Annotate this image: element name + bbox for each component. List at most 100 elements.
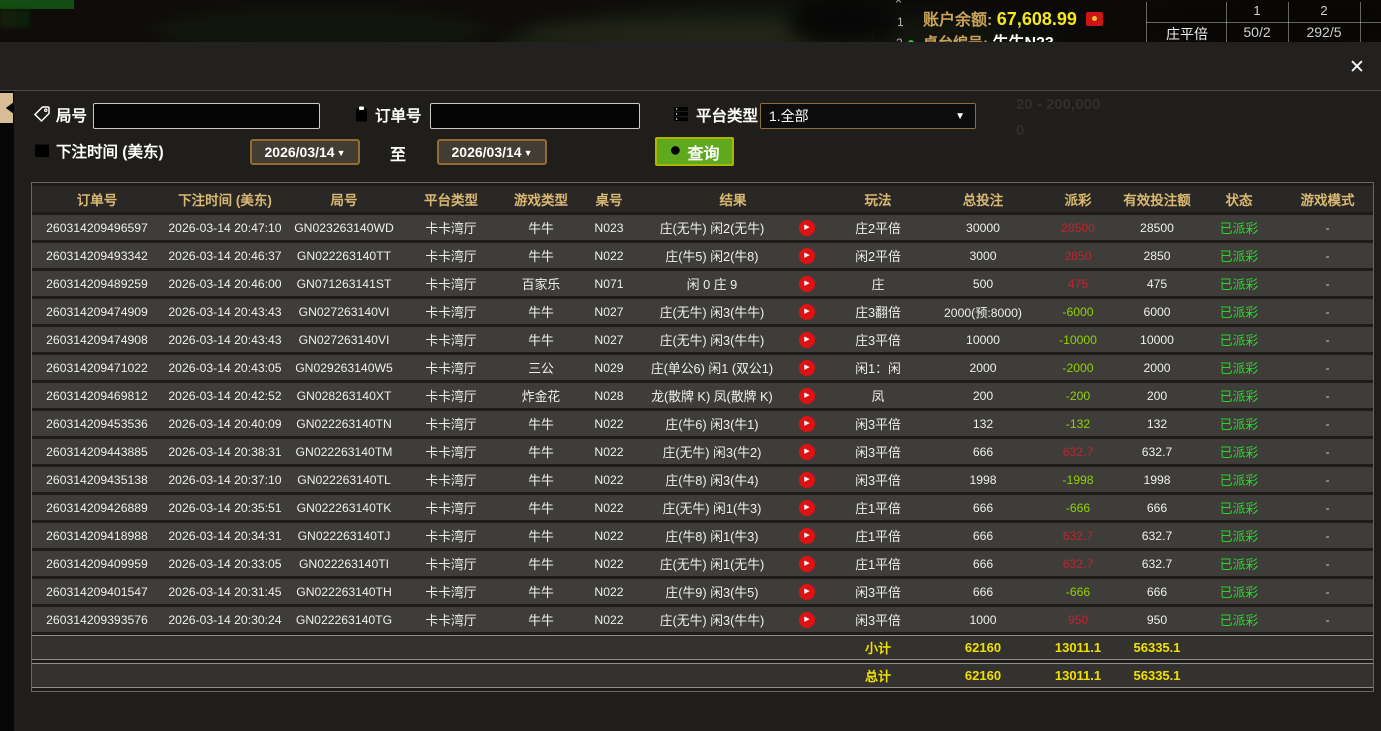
bet-time-cell: 2026-03-14 20:30:24 [162, 607, 288, 632]
bet-time-cell: 2026-03-14 20:33:05 [162, 551, 288, 576]
replay-button[interactable]: ▶ [799, 444, 815, 460]
replay-button[interactable]: ▶ [799, 304, 815, 320]
platform-cell: 卡卡湾厅 [400, 579, 502, 604]
order-id-cell: 260314209393576 [32, 607, 162, 632]
subtotal-row: 小计6216013011.156335.1 [32, 635, 1373, 660]
valid-bet-cell: 632.7 [1118, 439, 1196, 464]
table-no-cell: N022 [580, 607, 638, 632]
sum-total-bet: 62160 [928, 635, 1038, 660]
payout-cell: -1998 [1038, 467, 1118, 492]
platform-select[interactable]: 1.全部 ▼ [760, 103, 976, 129]
round-id-cell: GN028263140XT [288, 383, 400, 408]
replay-button[interactable]: ▶ [799, 500, 815, 516]
valid-bet-cell: 200 [1118, 383, 1196, 408]
sum-payout: 13011.1 [1038, 663, 1118, 688]
live-game-background: ⌃ 1 2 账户余额: 67,608.99 桌台编号: 牛牛N23 1 2 庄平… [0, 0, 1381, 42]
replay-button[interactable]: ▶ [799, 220, 815, 236]
payout-cell: -200 [1038, 383, 1118, 408]
date-to-picker[interactable]: 2026/03/14▼ [437, 139, 547, 165]
total-bet-cell: 666 [928, 551, 1038, 576]
table-no-cell: N022 [580, 523, 638, 548]
result-cell: 庄(牛9) 闲3(牛5)▶ [638, 579, 828, 604]
order-list-icon [352, 105, 370, 123]
table-no-cell: N029 [580, 355, 638, 380]
round-id-cell: GN022263140TI [288, 551, 400, 576]
bet-type-cell: 庄1平倍 [828, 523, 928, 548]
total-bet-cell: 132 [928, 411, 1038, 436]
replay-button[interactable]: ▶ [799, 416, 815, 432]
replay-button[interactable]: ▶ [799, 360, 815, 376]
round-id-cell: GN022263140TK [288, 495, 400, 520]
table-no-cell: N022 [580, 411, 638, 436]
total-bet-cell: 1000 [928, 607, 1038, 632]
search-button-label: 查询 [687, 140, 719, 164]
order-id-input[interactable] [430, 103, 640, 129]
bet-time-cell: 2026-03-14 20:38:31 [162, 439, 288, 464]
limit-value: 292/5 [1288, 24, 1360, 40]
chevron-up-icon[interactable]: ⌃ [893, 0, 904, 13]
replay-button[interactable]: ▶ [799, 612, 815, 628]
round-id-cell: GN022263140TT [288, 243, 400, 268]
close-icon[interactable]: ✕ [1345, 56, 1369, 80]
column-header: 局号 [288, 186, 400, 212]
game-mode-cell: - [1282, 495, 1373, 520]
balance-line: 账户余额: 67,608.99 [923, 6, 1103, 30]
column-header: 派彩 [1038, 186, 1118, 212]
table-number-label: 桌台编号: [923, 35, 988, 42]
column-header: 平台类型 [400, 186, 502, 212]
bet-type-cell: 闲3平倍 [828, 579, 928, 604]
limit-col-header: 1 [1226, 3, 1288, 18]
order-id-cell: 260314209493342 [32, 243, 162, 268]
bet-time-cell: 2026-03-14 20:43:05 [162, 355, 288, 380]
replay-button[interactable]: ▶ [799, 332, 815, 348]
sum-total-bet: 62160 [928, 663, 1038, 688]
column-header: 有效投注额 [1118, 186, 1196, 212]
replay-button[interactable]: ▶ [799, 472, 815, 488]
order-row: 2603142094535362026-03-14 20:40:09GN0222… [32, 411, 1373, 436]
table-no-cell: N022 [580, 551, 638, 576]
balance-value: 67,608.99 [997, 9, 1077, 29]
valid-bet-cell: 666 [1118, 495, 1196, 520]
calendar-icon [33, 141, 51, 159]
order-id-cell: 260314209474909 [32, 299, 162, 324]
total-bet-cell: 1998 [928, 467, 1038, 492]
search-button[interactable]: 查询 [655, 137, 734, 166]
replay-button[interactable]: ▶ [799, 528, 815, 544]
sum-status-empty [1196, 663, 1282, 688]
order-id-cell: 260314209443885 [32, 439, 162, 464]
chevron-down-icon: ▼ [955, 105, 965, 129]
order-id-cell: 260314209489259 [32, 271, 162, 296]
column-header: 总投注 [928, 186, 1038, 212]
replay-button[interactable]: ▶ [799, 584, 815, 600]
platform-select-value: 1.全部 [769, 108, 809, 124]
table-no-cell: N022 [580, 495, 638, 520]
replay-button[interactable]: ▶ [799, 248, 815, 264]
round-id-input[interactable] [93, 103, 320, 129]
sum-valid-bet: 56335.1 [1118, 663, 1196, 688]
result-cell: 庄(牛8) 闲3(牛4)▶ [638, 467, 828, 492]
order-row: 2603142094933422026-03-14 20:46:37GN0222… [32, 243, 1373, 268]
orders-table-body: 2603142094965972026-03-14 20:47:10GN0232… [32, 215, 1373, 688]
round-id-cell: GN022263140TJ [288, 523, 400, 548]
game-type-cell: 牛牛 [502, 579, 580, 604]
replay-button[interactable]: ▶ [799, 388, 815, 404]
result-cell: 庄(无牛) 闲2(无牛)▶ [638, 215, 828, 240]
replay-button[interactable]: ▶ [799, 556, 815, 572]
payout-cell: -2000 [1038, 355, 1118, 380]
table-no-cell: N027 [580, 327, 638, 352]
platform-cell: 卡卡湾厅 [400, 439, 502, 464]
platform-cell: 卡卡湾厅 [400, 299, 502, 324]
order-row: 2603142094710222026-03-14 20:43:05GN0292… [32, 355, 1373, 380]
table-number-line: 桌台编号: 牛牛N23 [923, 29, 1054, 42]
bet-time-cell: 2026-03-14 20:34:31 [162, 523, 288, 548]
orders-header-row: 订单号下注时间 (美东)局号平台类型游戏类型桌号结果玩法总投注派彩有效投注额状态… [32, 186, 1373, 212]
order-id-cell: 260314209418988 [32, 523, 162, 548]
total-bet-cell: 666 [928, 495, 1038, 520]
date-from-picker[interactable]: 2026/03/14▼ [250, 139, 360, 165]
list-index-1: 1 [897, 15, 904, 29]
round-id-cell: GN027263140VI [288, 299, 400, 324]
status-cell: 已派彩 [1196, 411, 1282, 436]
replay-button[interactable]: ▶ [799, 276, 815, 292]
payout-cell: 632.7 [1038, 551, 1118, 576]
status-cell: 已派彩 [1196, 607, 1282, 632]
